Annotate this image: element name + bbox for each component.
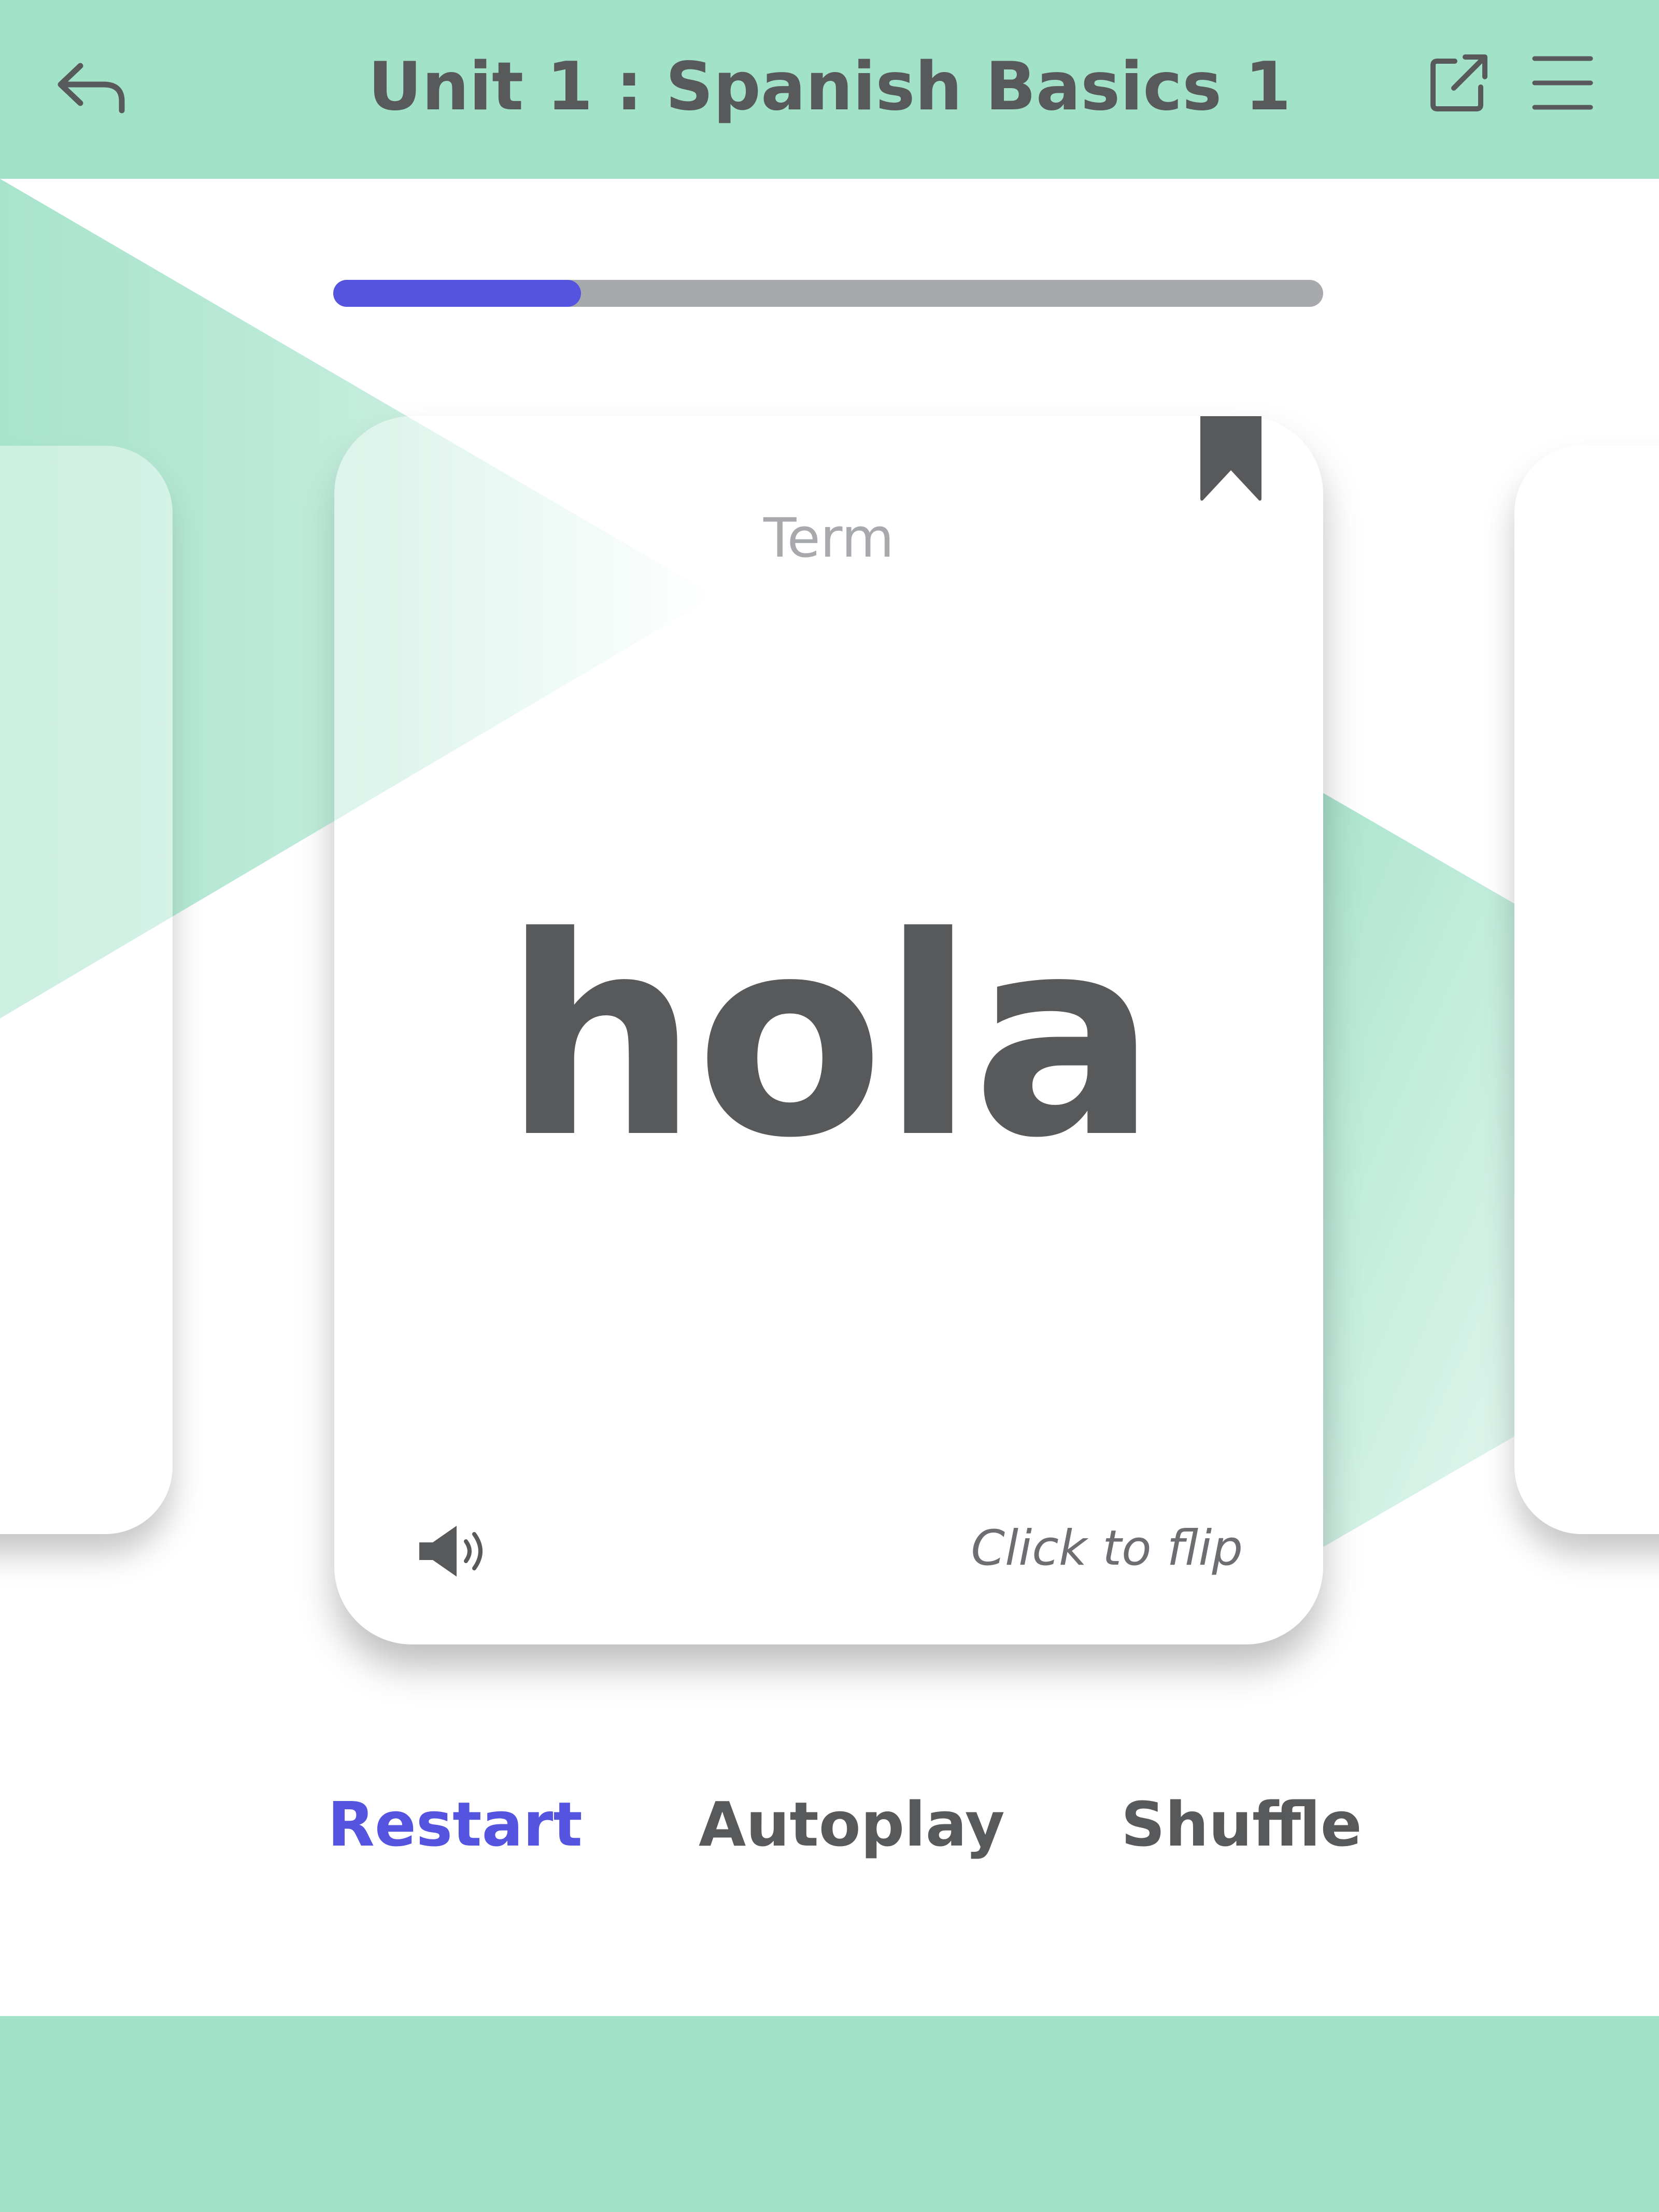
menu-icon[interactable] <box>1532 54 1594 111</box>
bookmark-icon[interactable] <box>1200 416 1262 504</box>
flashcards-screen: Unit 1 : Spanish Basics 1 Term hola Clic… <box>0 0 1659 2212</box>
page-title: Unit 1 : Spanish Basics 1 <box>368 48 1291 125</box>
top-bar: Unit 1 : Spanish Basics 1 <box>0 0 1659 179</box>
flashcard[interactable]: Term hola Click to flip <box>334 416 1323 1644</box>
card-term: hola <box>503 878 1158 1198</box>
next-card[interactable] <box>1514 446 1659 1534</box>
restart-button[interactable]: Restart <box>328 1783 583 1866</box>
study-controls: Restart Autoplay Shuffle <box>0 1783 1659 1871</box>
shuffle-button[interactable]: Shuffle <box>1121 1783 1362 1866</box>
share-icon[interactable] <box>1428 52 1490 114</box>
progress-bar <box>333 280 1323 307</box>
speaker-icon[interactable] <box>417 1523 490 1580</box>
card-side-label: Term <box>763 506 895 570</box>
bottom-bar <box>0 2016 1659 2212</box>
progress-fill <box>333 280 581 307</box>
previous-card[interactable] <box>0 446 173 1534</box>
flip-hint: Click to flip <box>971 1520 1243 1577</box>
autoplay-button[interactable]: Autoplay <box>699 1783 1005 1866</box>
